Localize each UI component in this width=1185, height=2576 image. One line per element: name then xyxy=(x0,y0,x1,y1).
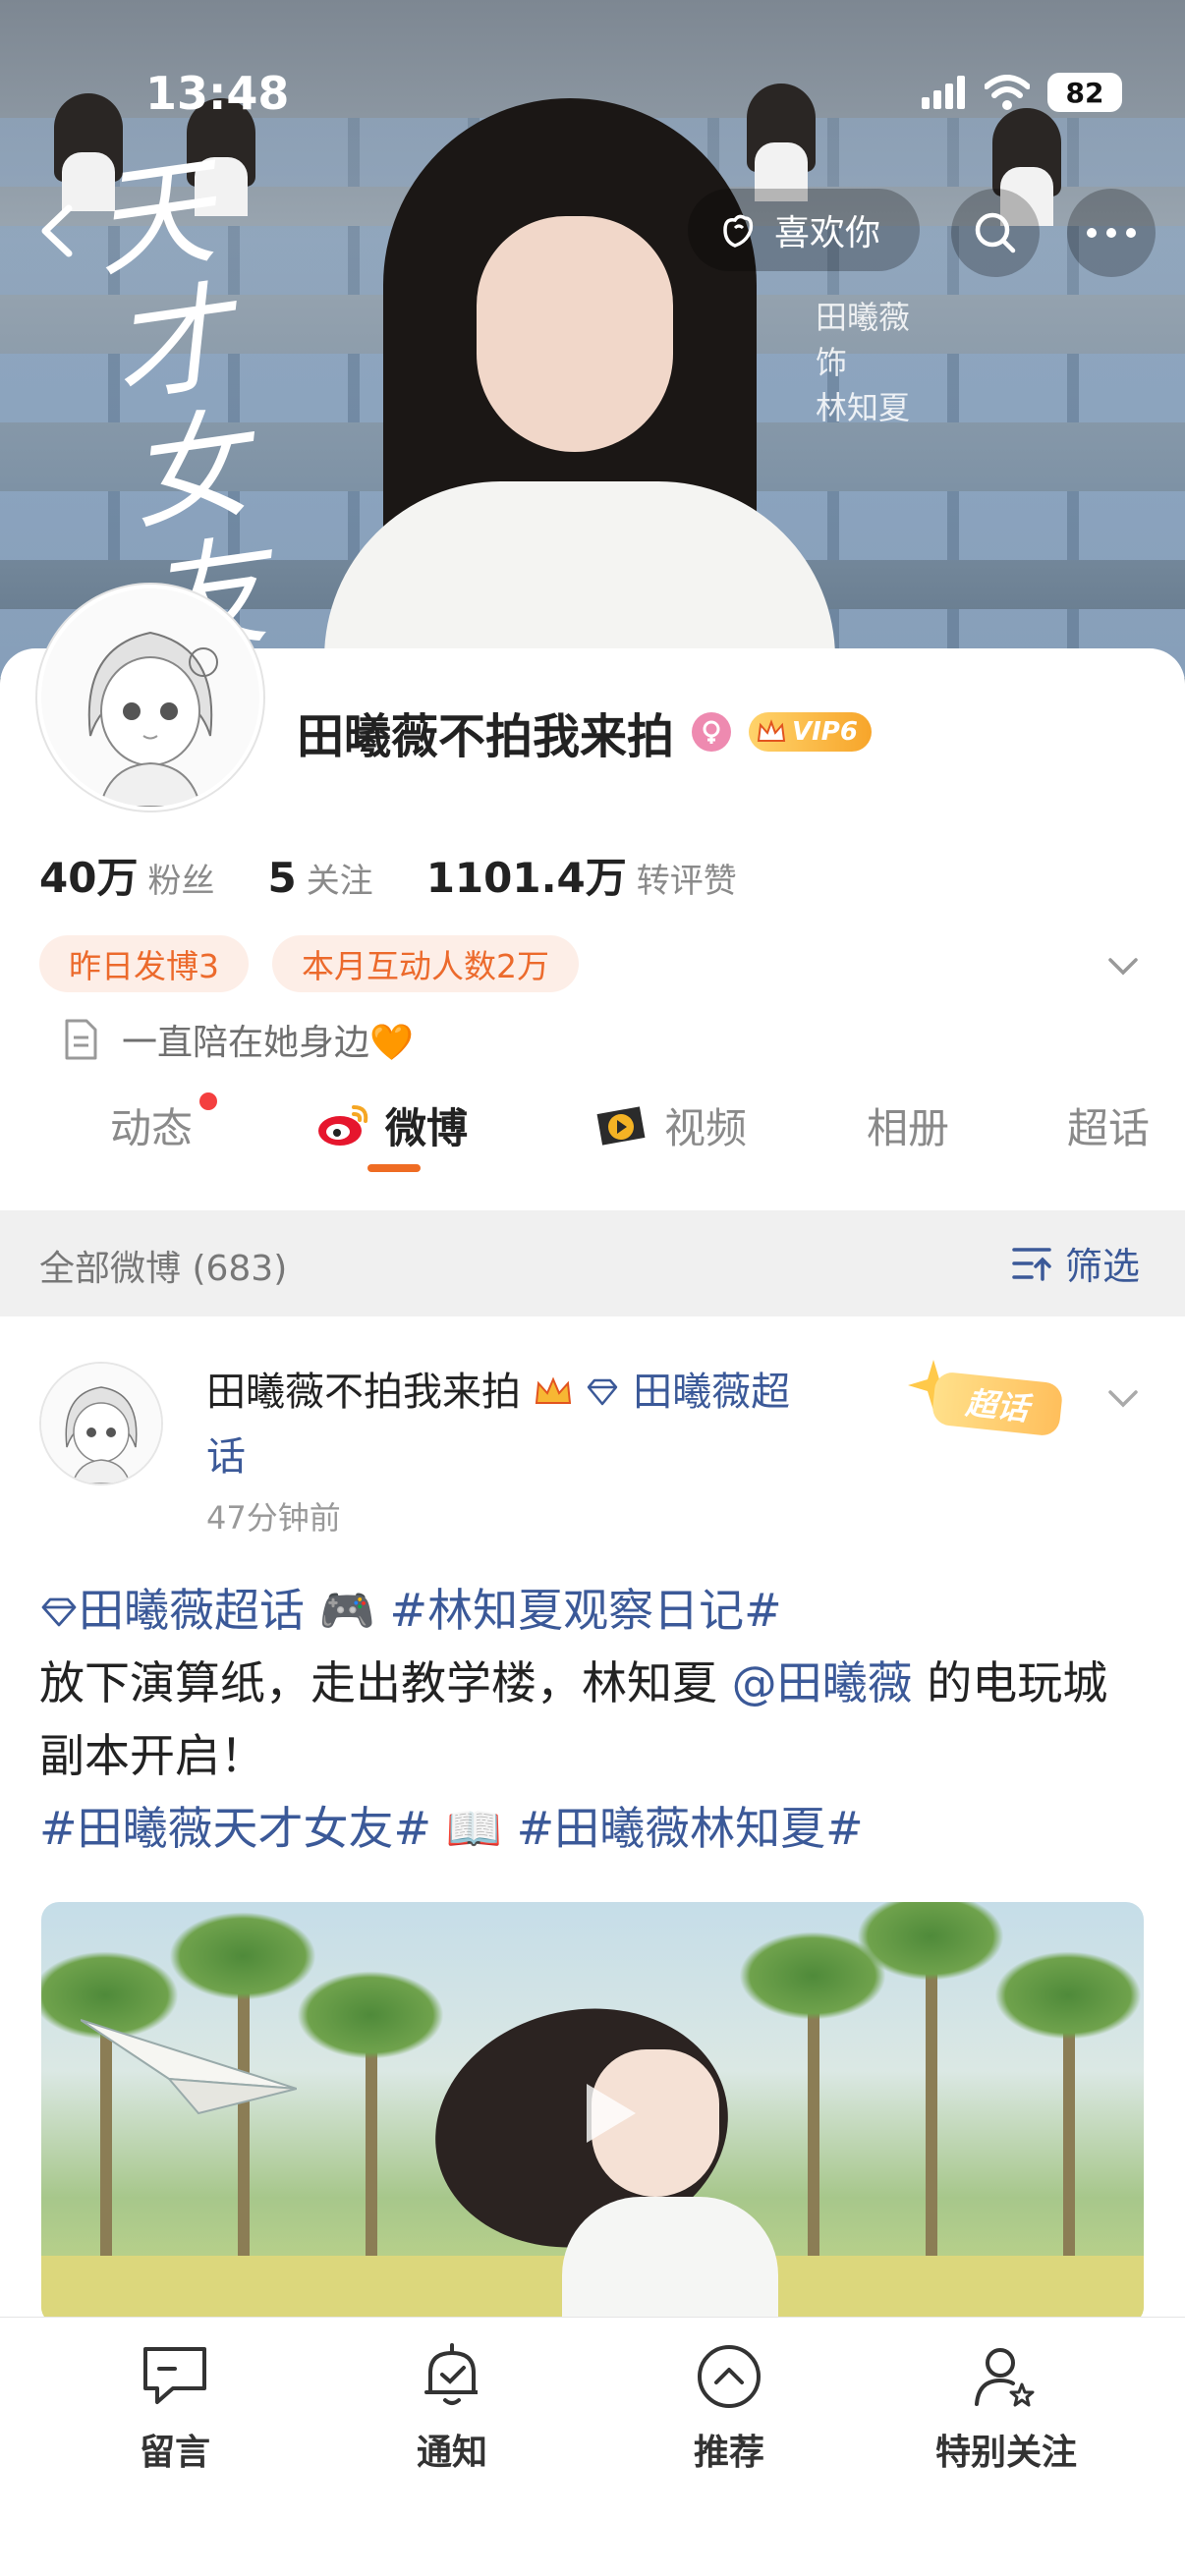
super-topic-diamond-icon xyxy=(41,1597,77,1627)
tab-albums[interactable]: 相册 xyxy=(867,1071,949,1179)
all-posts-count: 全部微博 (683) xyxy=(39,1249,288,1289)
user-star-icon xyxy=(975,2348,1035,2407)
notify-button[interactable]: 通知 xyxy=(354,2337,550,2475)
bell-check-icon xyxy=(424,2343,478,2405)
vip-badge[interactable]: VIP6 xyxy=(749,712,872,752)
posts-yesterday-chip[interactable]: 昨日发博3 xyxy=(39,935,249,992)
bio-text: 一直陪在她身边🧡 xyxy=(122,1023,414,1063)
female-gender-icon xyxy=(692,712,732,752)
post-author-line: 田曦薇不拍我来拍 田曦薇超话 xyxy=(206,1360,816,1489)
special-follow-button[interactable]: 特别关注 xyxy=(908,2337,1104,2475)
engagement-count[interactable]: 1101.4万 转评赞 xyxy=(426,845,737,905)
poster-credit: 田曦薇 饰 林知夏 xyxy=(816,299,911,426)
play-icon[interactable] xyxy=(562,2069,650,2157)
book-emoji: 📖 xyxy=(445,1802,502,1855)
game-controller-emoji: 🎮 xyxy=(318,1584,375,1637)
up-arrow-circle-icon xyxy=(698,2345,761,2408)
post-body: 田曦薇超话 🎮 #林知夏观察日记# 放下演算纸，走出教学楼，林知夏 @田曦薇 的… xyxy=(39,1574,1150,1865)
bottom-action-bar: 留言 通知 推荐 特别关注 xyxy=(0,2317,1185,2576)
post-timestamp: 47分钟前 xyxy=(206,1499,341,1537)
like-button[interactable]: 喜欢你 xyxy=(688,189,921,271)
tab-dynamics[interactable]: 动态 xyxy=(110,1071,193,1179)
weibo-logo-icon xyxy=(318,1105,368,1146)
post-author-avatar[interactable] xyxy=(39,1362,163,1485)
like-button-label: 喜欢你 xyxy=(774,213,881,253)
document-icon xyxy=(65,1019,97,1060)
search-icon xyxy=(975,212,1016,253)
chevron-down-icon[interactable] xyxy=(1100,1375,1146,1421)
profile-tabs: 动态 微博 视频 相册 超话 xyxy=(0,1071,1185,1179)
tab-videos[interactable]: 视频 xyxy=(592,1071,747,1179)
filter-sort-icon xyxy=(1012,1247,1051,1281)
post-body-text: 放下演算纸，走出教学楼，林知夏 xyxy=(39,1656,717,1709)
cover-portrait xyxy=(324,98,835,688)
vip-level: VIP6 xyxy=(792,717,858,747)
search-button[interactable] xyxy=(951,189,1040,277)
crown-badge-icon xyxy=(535,1376,571,1404)
profile-bio: 一直陪在她身边🧡 xyxy=(61,1014,414,1065)
post-author-name[interactable]: 田曦薇不拍我来拍 xyxy=(206,1370,521,1415)
message-button[interactable]: 留言 xyxy=(77,2337,273,2475)
followers-count[interactable]: 40万 粉丝 xyxy=(39,845,214,905)
more-dots-icon xyxy=(1087,228,1136,238)
super-topic-badge[interactable]: 超话 xyxy=(904,1356,1081,1437)
hand-heart-icon xyxy=(723,214,754,248)
tab-weibo[interactable]: 微博 xyxy=(316,1071,468,1179)
anime-girl-illustration xyxy=(413,1982,788,2324)
super-topic-diamond-icon xyxy=(588,1378,618,1406)
monthly-interactions-chip[interactable]: 本月互动人数2万 xyxy=(272,935,579,992)
weibo-post: 田曦薇不拍我来拍 田曦薇超话 47分钟前 超话 田曦薇超话 🎮 #林知夏观察日记… xyxy=(0,1316,1185,2324)
more-options-button[interactable] xyxy=(1067,189,1156,277)
video-play-icon xyxy=(596,1106,646,1146)
profile-avatar[interactable] xyxy=(37,585,263,811)
status-time: 13:48 xyxy=(145,67,290,120)
post-video-thumbnail[interactable] xyxy=(41,1902,1144,2324)
battery-indicator: 82 xyxy=(1047,73,1122,112)
chat-bubble-icon xyxy=(143,2347,206,2404)
profile-card: 田曦薇不拍我来拍 VIP6 40万 粉丝 5 关注 1101.4万 转评赞 昨日… xyxy=(0,585,1185,1208)
following-count[interactable]: 5 关注 xyxy=(267,854,372,902)
recommend-button[interactable]: 推荐 xyxy=(631,2337,827,2475)
anime-avatar-illustration xyxy=(41,1364,161,1484)
active-tab-indicator xyxy=(367,1164,421,1172)
paper-plane-illustration xyxy=(81,2019,297,2115)
anime-avatar-illustration xyxy=(41,588,259,807)
crown-icon xyxy=(757,719,786,742)
wifi-icon xyxy=(985,75,1030,110)
back-arrow-icon[interactable] xyxy=(29,196,88,265)
tab-super-topic[interactable]: 超话 xyxy=(1067,1071,1150,1179)
filter-bar: 全部微博 (683) 筛选 xyxy=(0,1210,1185,1316)
filter-button[interactable]: 筛选 xyxy=(1010,1236,1140,1290)
chevron-down-icon[interactable] xyxy=(1100,943,1146,988)
super-topic-tag[interactable]: 田曦薇超话 xyxy=(79,1584,305,1637)
super-topic-badge-label: 超话 xyxy=(931,1371,1064,1437)
mention-link[interactable]: @田曦薇 xyxy=(732,1656,913,1709)
unread-dot xyxy=(199,1092,217,1110)
cellular-signal-icon xyxy=(922,76,965,109)
profile-name: 田曦薇不拍我来拍 xyxy=(297,709,675,764)
hashtag-link[interactable]: #田曦薇林知夏# xyxy=(517,1802,864,1855)
hashtag-link[interactable]: #田曦薇天才女友# xyxy=(39,1802,431,1855)
status-bar: 13:48 82 xyxy=(0,59,1185,128)
hashtag-link[interactable]: #林知夏观察日记# xyxy=(390,1584,782,1637)
